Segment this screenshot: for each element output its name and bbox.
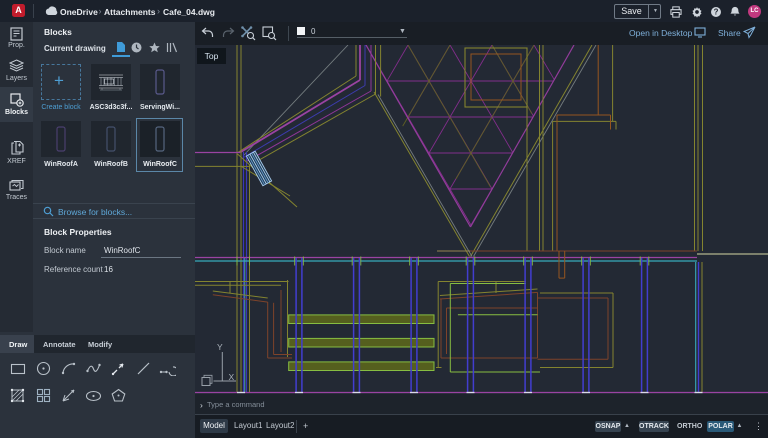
svg-text:Y: Y xyxy=(217,342,223,352)
svg-text:X: X xyxy=(229,372,235,382)
svg-text:?: ? xyxy=(714,8,719,17)
